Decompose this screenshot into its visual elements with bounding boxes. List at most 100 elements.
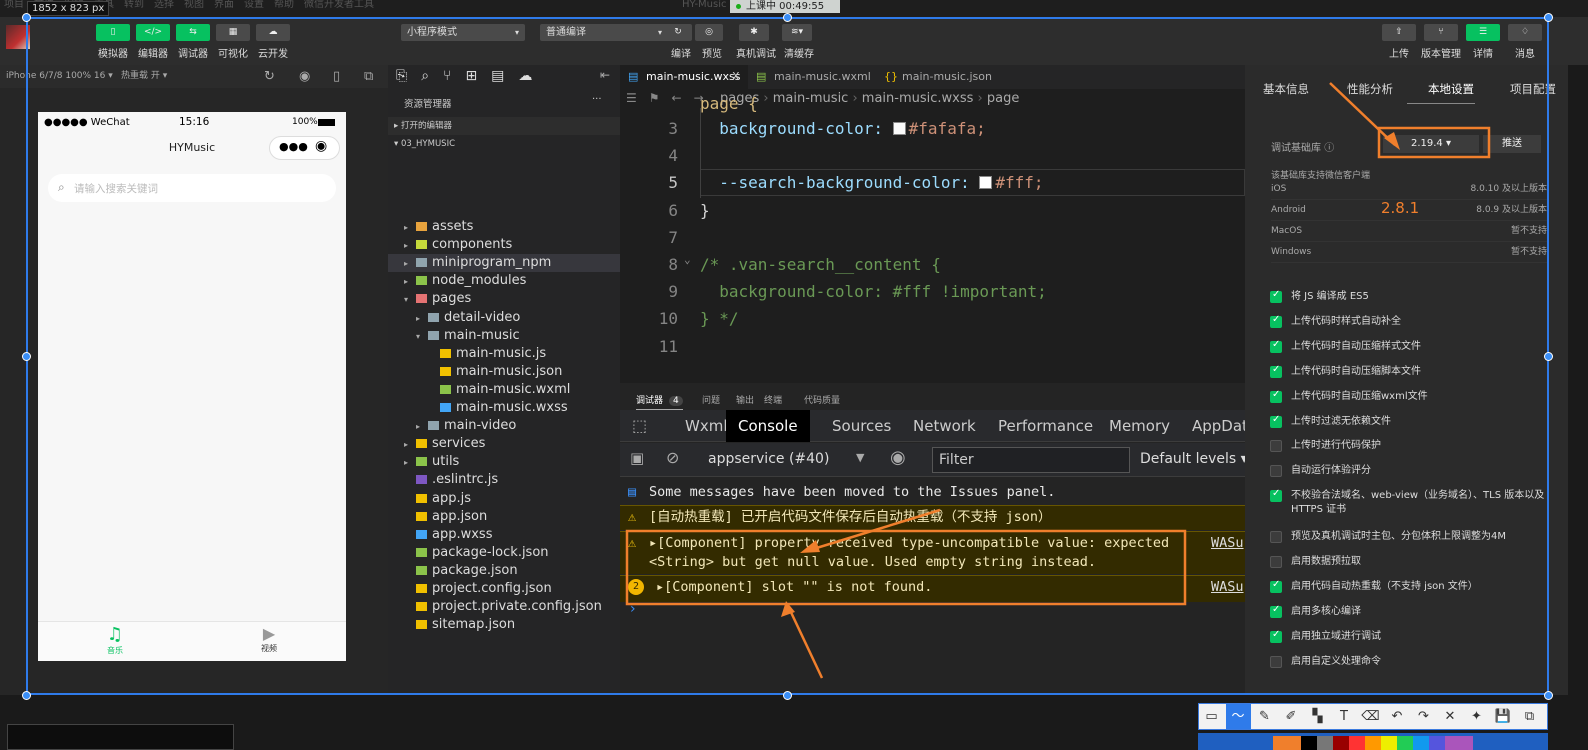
setting-checkbox[interactable] <box>1270 465 1282 478</box>
file-tree-item[interactable]: ▸ assets <box>388 218 620 236</box>
fold-icon[interactable]: ⌄ <box>684 253 691 266</box>
explorer-icons[interactable]: ⎘⌕⑂⊞▤☁ <box>396 68 546 84</box>
tab-music[interactable]: ♫ 音乐 <box>38 624 192 656</box>
menu-item-9[interactable]: 帮助 <box>274 0 294 10</box>
branch-icon[interactable]: ⑂ <box>1424 24 1458 41</box>
lib-version-select[interactable]: 2.19.4 ▾ <box>1383 135 1479 153</box>
code-editor[interactable]: page { 3 background-color: #fafafa; 4 5 --… <box>620 94 1245 383</box>
code-icon[interactable]: </> <box>136 24 170 41</box>
color-swatch[interactable] <box>979 176 993 190</box>
file-tree-item[interactable]: main-music.wxss <box>388 399 620 417</box>
capsule-button[interactable]: ●●● ◉ <box>269 136 340 160</box>
search-input[interactable]: ⌕ 请输入搜索关键词 <box>48 174 336 202</box>
devtools-tab-memory[interactable]: Memory <box>1097 410 1182 442</box>
devtools-tab-sources[interactable]: Sources <box>820 410 903 442</box>
file-tree-item[interactable]: app.wxss <box>388 526 620 544</box>
source-link[interactable]: WASu <box>1211 534 1244 553</box>
help-icon[interactable]: ⓘ <box>1324 143 1334 154</box>
eye-icon[interactable]: ◉ <box>890 447 906 468</box>
file-tree-item[interactable]: main-music.wxml <box>388 381 620 399</box>
debugger-tab[interactable]: 输出 <box>736 393 754 406</box>
more-icon[interactable]: ●●● <box>279 140 308 153</box>
upload-icon[interactable]: ⇧ <box>1382 24 1416 41</box>
console-prompt[interactable]: › <box>630 601 636 617</box>
tab-main-music-wxss[interactable]: ▤ main-music.wxss X <box>620 65 748 89</box>
setting-checkbox[interactable] <box>1270 314 1282 328</box>
close-icon[interactable]: X <box>732 65 740 89</box>
resize-handle[interactable] <box>1544 352 1553 361</box>
file-tree-item[interactable]: project.config.json <box>388 580 620 598</box>
mosaic-icon[interactable]: ▚ <box>1305 704 1330 729</box>
debug-icon[interactable]: ⇆ <box>176 24 210 41</box>
copy-icon[interactable]: ⧉ <box>1517 704 1542 729</box>
avatar[interactable] <box>6 25 30 49</box>
menu-item-6[interactable]: 视图 <box>184 0 204 10</box>
file-tree-item[interactable]: ▸ services <box>388 435 620 453</box>
resize-handle[interactable] <box>22 13 31 22</box>
context-select[interactable]: appservice (#40) <box>708 451 829 467</box>
menu-item-4[interactable]: 转到 <box>124 0 144 10</box>
cloud-icon[interactable]: ☁ <box>256 24 290 41</box>
file-tree-item[interactable]: main-music.json <box>388 363 620 381</box>
devtools-tab-console[interactable]: Console <box>726 410 810 442</box>
file-tree-item[interactable]: ▸ components <box>388 236 620 254</box>
menu-item-7[interactable]: 界面 <box>214 0 234 10</box>
eraser-icon[interactable]: ⌫ <box>1358 704 1383 729</box>
redo-icon[interactable]: ↷ <box>1411 704 1436 729</box>
hot-reload-toggle[interactable]: 热重载 开 ▾ <box>121 65 167 88</box>
file-tree-item[interactable]: ▸ node_modules <box>388 272 620 290</box>
bug-icon[interactable]: ✱ <box>739 24 769 41</box>
collapse-panel-icon[interactable]: ⇤ <box>600 68 610 82</box>
line-icon[interactable]: 〜 <box>1225 704 1251 729</box>
debugger-tab[interactable]: 问题 <box>702 393 720 406</box>
breadcrumb-item[interactable]: main-music.wxss <box>862 91 974 106</box>
palette-swatches[interactable] <box>1273 736 1473 750</box>
device-icon[interactable]: ▯ <box>333 65 340 88</box>
project-section[interactable]: ▾ 03_HYMUSIC <box>388 135 620 153</box>
devtools-tab-network[interactable]: Network <box>901 410 988 442</box>
breadcrumb-item[interactable]: main-music <box>773 91 849 106</box>
setting-checkbox[interactable] <box>1270 655 1282 668</box>
debugger-tab[interactable]: 终端 <box>764 393 782 406</box>
bell-icon[interactable]: ♢ <box>1508 24 1542 41</box>
setting-checkbox[interactable] <box>1270 364 1282 378</box>
detach-icon[interactable]: ⧉ <box>364 65 373 88</box>
resize-handle[interactable] <box>783 13 792 22</box>
setting-checkbox[interactable] <box>1270 604 1282 618</box>
setting-checkbox[interactable] <box>1270 289 1282 303</box>
resize-handle[interactable] <box>1544 691 1553 700</box>
file-tree-item[interactable]: app.js <box>388 490 620 508</box>
close-icon[interactable]: ✕ <box>1438 704 1463 729</box>
pen-icon[interactable]: ✎ <box>1252 704 1277 729</box>
mode-select[interactable]: 小程序模式 <box>401 24 525 41</box>
breadcrumb-item[interactable]: page <box>987 91 1019 106</box>
record-icon[interactable]: ◉ <box>299 65 310 88</box>
devtools-tab-performance[interactable]: Performance <box>986 410 1105 442</box>
file-tree-item[interactable]: sitemap.json <box>388 616 620 634</box>
layout-icon[interactable]: ▦ <box>216 24 250 41</box>
menu-item-10[interactable]: 微信开发者工具 <box>304 0 374 10</box>
color-swatch[interactable] <box>892 122 906 135</box>
details-tab[interactable]: 项目配置 <box>1510 81 1556 97</box>
setting-checkbox[interactable] <box>1270 531 1282 544</box>
file-tree-item[interactable]: package.json <box>388 562 620 580</box>
resize-handle[interactable] <box>1544 13 1553 22</box>
setting-checkbox[interactable] <box>1270 556 1282 569</box>
setting-checkbox[interactable] <box>1270 339 1282 353</box>
setting-checkbox[interactable] <box>1270 579 1282 593</box>
rect-icon[interactable]: ▭ <box>1199 704 1224 729</box>
setting-checkbox[interactable] <box>1270 440 1282 453</box>
menu-item-5[interactable]: 选择 <box>154 0 174 10</box>
file-tree-item[interactable]: package-lock.json <box>388 544 620 562</box>
levels-select[interactable]: Default levels ▾ <box>1140 451 1248 467</box>
file-tree-item[interactable]: project.private.config.json <box>388 598 620 616</box>
rotate-icon[interactable]: ↻ <box>264 65 275 88</box>
eye-icon[interactable]: ◎ <box>695 24 723 41</box>
menu-icon[interactable]: ☰ <box>1466 24 1500 41</box>
setting-checkbox[interactable] <box>1270 629 1282 643</box>
resize-handle[interactable] <box>22 691 31 700</box>
debugger-tab[interactable]: 调试器 4 <box>636 393 683 410</box>
more-actions[interactable]: ··· <box>592 94 602 105</box>
resize-handle[interactable] <box>783 691 792 700</box>
phone-icon[interactable]: ▯ <box>96 24 130 41</box>
